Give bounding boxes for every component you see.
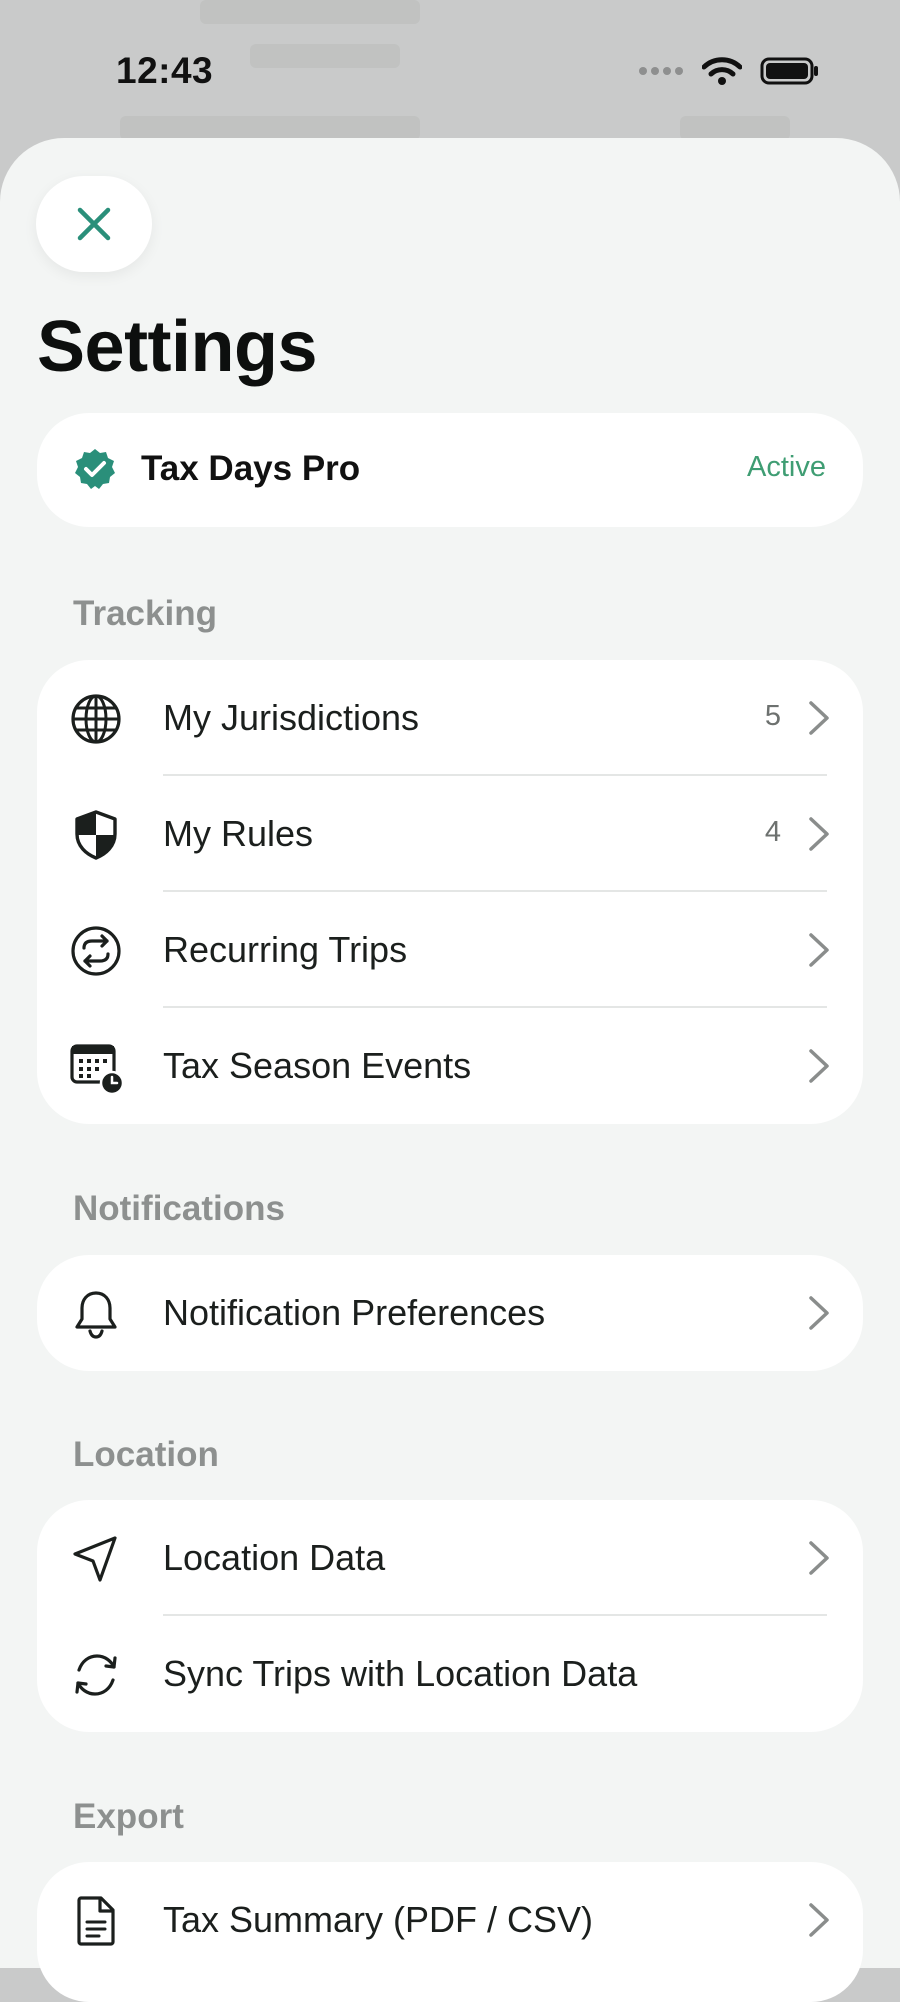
document-icon <box>77 1896 115 1946</box>
repeat-icon <box>71 926 121 976</box>
row-label: Location Data <box>163 1537 386 1578</box>
row-count: 4 <box>764 816 781 848</box>
settings-sheet: Settings Tax Days Pro Active Tracking My… <box>0 138 900 2002</box>
row-label: My Rules <box>163 813 314 854</box>
row-sync-trips[interactable]: Sync Trips with Location Data <box>37 1616 863 1732</box>
pro-status-badge: Active <box>747 451 826 483</box>
chevron-right-icon <box>809 817 829 851</box>
row-count: 5 <box>764 700 781 732</box>
export-card: Tax Summary (PDF / CSV) <box>37 1862 863 2002</box>
close-icon <box>77 207 111 241</box>
row-my-jurisdictions[interactable]: My Jurisdictions 5 <box>37 660 863 776</box>
row-label: My Jurisdictions <box>163 697 420 738</box>
chevron-right-icon <box>809 701 829 735</box>
section-label-notifications: Notifications <box>73 1189 285 1228</box>
status-time: 12:43 <box>116 50 214 91</box>
row-label: Sync Trips with Location Data <box>163 1653 638 1694</box>
row-my-rules[interactable]: My Rules 4 <box>37 776 863 892</box>
bell-icon <box>75 1291 117 1339</box>
location-arrow-icon <box>73 1536 117 1582</box>
row-label: Tax Summary (PDF / CSV) <box>163 1899 594 1940</box>
shield-icon <box>75 810 117 860</box>
chevron-right-icon <box>809 933 829 967</box>
row-label: Notification Preferences <box>163 1292 546 1333</box>
status-indicators <box>638 56 820 86</box>
section-label-tracking: Tracking <box>73 594 217 633</box>
row-label: Tax Season Events <box>163 1045 472 1086</box>
row-notification-preferences[interactable]: Notification Preferences <box>37 1255 863 1371</box>
wifi-icon <box>702 57 742 85</box>
verified-badge-icon <box>75 449 115 489</box>
chevron-right-icon <box>809 1049 829 1083</box>
section-label-export: Export <box>73 1797 184 1836</box>
signal-icon <box>639 67 683 75</box>
location-card: Location Data Sync Trips with Location D… <box>37 1500 863 1732</box>
row-tax-season-events[interactable]: Tax Season Events <box>37 1008 863 1124</box>
chevron-right-icon <box>809 1296 829 1330</box>
row-recurring-trips[interactable]: Recurring Trips <box>37 892 863 1008</box>
page-title: Settings <box>37 307 318 387</box>
chevron-right-icon <box>809 1903 829 1937</box>
row-tax-summary[interactable]: Tax Summary (PDF / CSV) <box>37 1862 863 1978</box>
chevron-right-icon <box>809 1541 829 1575</box>
section-label-location: Location <box>73 1435 219 1474</box>
sync-icon <box>75 1654 117 1696</box>
row-location-data[interactable]: Location Data <box>37 1500 863 1616</box>
pro-plan-name: Tax Days Pro <box>141 449 361 488</box>
globe-icon <box>71 694 121 744</box>
status-bar: 12:43 <box>0 0 900 140</box>
calendar-clock-icon <box>70 1044 123 1094</box>
tracking-card: My Jurisdictions 5 My Rules 4 Recurring … <box>37 660 863 1124</box>
row-label: Recurring Trips <box>163 929 408 970</box>
close-button[interactable] <box>36 176 152 272</box>
notifications-card: Notification Preferences <box>37 1255 863 1371</box>
battery-icon <box>760 57 818 85</box>
pro-subscription-card[interactable]: Tax Days Pro Active <box>37 413 863 527</box>
